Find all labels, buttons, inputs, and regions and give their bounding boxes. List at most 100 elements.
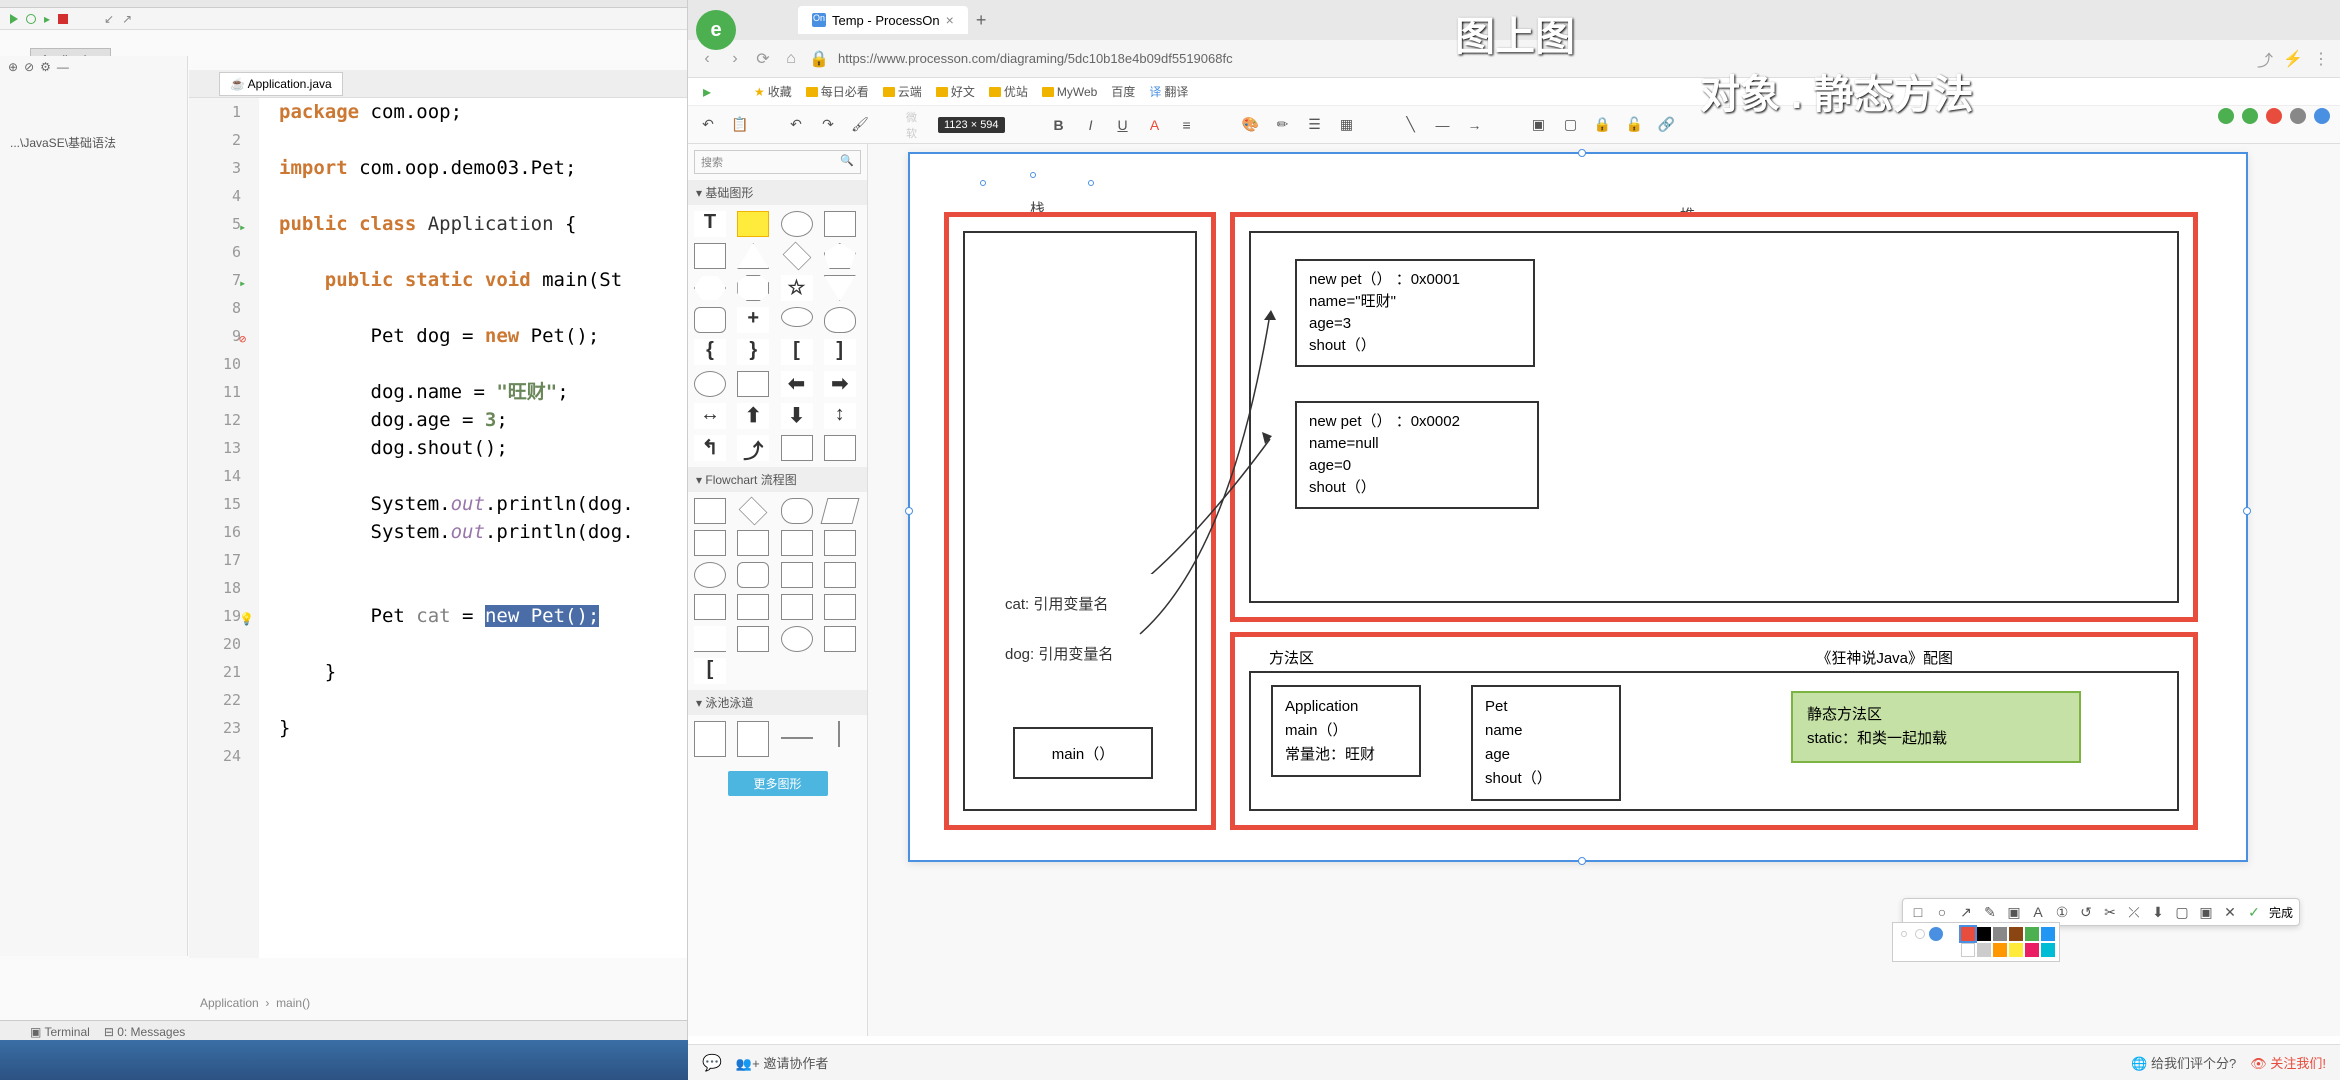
annot-pin-icon[interactable]: ▣ [2197,903,2215,921]
align-icon[interactable]: ≡ [1177,115,1197,135]
shape-arrow-d[interactable]: ⬇ [781,403,813,429]
size-dot-active[interactable] [1929,927,1943,941]
grid-icon[interactable]: ▦ [1337,115,1357,135]
shape-pentagon[interactable] [824,243,856,269]
ext-icon[interactable] [2218,108,2234,124]
shape-connector[interactable] [694,562,726,588]
shape-terminator[interactable] [781,498,813,524]
shape-text[interactable]: T [694,211,726,237]
sidebar-tool-icon[interactable]: ⊕ [8,60,18,74]
bookmark-item[interactable]: 译翻译 [1149,83,1188,100]
shape-bracket2[interactable]: [ [694,658,726,684]
shape-frame[interactable] [824,435,856,461]
color-black[interactable] [1977,927,1991,941]
italic-icon[interactable]: I [1081,115,1101,135]
shape-lane-h[interactable] [737,721,769,757]
color-green[interactable] [2025,927,2039,941]
annot-number-icon[interactable]: ① [2053,903,2071,921]
size-dot[interactable] [1901,931,1907,937]
home-icon[interactable]: ⌂ [782,50,800,68]
follow-button[interactable]: 👁 关注我们! [2250,1053,2326,1072]
fill-icon[interactable]: 🎨 [1241,115,1261,135]
shape-process[interactable] [694,498,726,524]
unlock-icon[interactable]: 🔓 [1625,115,1645,135]
shape-card[interactable] [781,562,813,588]
reload-icon[interactable]: ⟳ [754,50,772,68]
bookmark-folder[interactable]: 优站 [989,83,1028,100]
line2-icon[interactable]: — [1433,115,1453,135]
shape-container[interactable] [781,435,813,461]
method-area-label[interactable]: 方法区 [1269,647,1314,668]
comment-icon[interactable]: 💬 [702,1053,722,1073]
shape-bracket-r[interactable]: ] [824,339,856,365]
static-method-box[interactable]: 静态方法区 static：和类一起加载 [1791,691,2081,763]
shape-internal[interactable] [824,530,856,556]
annot-arrow-icon[interactable]: ↗ [1957,903,1975,921]
annot-misc-icon[interactable]: ⤫ [2125,903,2143,921]
diagram-title[interactable]: 《狂神说Java》配图 [1816,647,1953,668]
vcs-icon2[interactable]: ↗ [122,12,132,26]
handle[interactable] [1030,172,1036,178]
sidebar-tool-icon[interactable]: — [57,60,69,74]
shapes-section[interactable]: ▾ 基础图形 [688,180,867,205]
undo-icon[interactable]: ↶ [698,115,718,135]
shape-lane-v[interactable] [694,721,726,757]
annot-copy-icon[interactable]: ▢ [2173,903,2191,921]
shape-square[interactable] [694,243,726,269]
tab-close-icon[interactable]: × [946,12,954,28]
shape-bracket-l[interactable]: [ [781,339,813,365]
shape-misc3[interactable] [781,626,813,652]
shape-rect2[interactable] [737,371,769,397]
color-lgray[interactable] [1977,943,1991,957]
shape-cloud[interactable] [824,307,856,333]
shape-brace-l[interactable]: { [694,339,726,365]
shape-turn[interactable]: ↰ [694,435,726,461]
shape-manual[interactable] [824,562,856,588]
annot-circle-icon[interactable]: ○ [1933,903,1951,921]
dog-ref-text[interactable]: dog: 引用变量名 [1005,643,1113,664]
shape-tri-down[interactable] [824,275,856,301]
shape-sep-v[interactable] [838,721,840,747]
shape-misc1[interactable] [694,626,726,652]
shape-arrow-ud[interactable]: ↕ [824,403,856,429]
method-area-frame[interactable]: 方法区 《狂神说Java》配图 Application main（） 常量池：旺… [1230,632,2198,830]
menu-icon[interactable]: ⋮ [2312,50,2330,68]
annot-download-icon[interactable]: ⬇ [2149,903,2167,921]
annot-cut-icon[interactable]: ✂ [2101,903,2119,921]
underline-icon[interactable]: U [1113,115,1133,135]
shape-arrow-u[interactable]: ⬆ [737,403,769,429]
annot-mosaic-icon[interactable]: ▣ [2005,903,2023,921]
messages-tab[interactable]: ⊟ 0: Messages [104,1025,185,1039]
terminal-tab[interactable]: ▣ Terminal [30,1025,90,1039]
shape-arrow-r[interactable]: ➡ [824,371,856,397]
shape-diamond[interactable] [782,242,811,271]
arrow-icon[interactable]: → [1465,115,1485,135]
pet-class-box[interactable]: Pet name age shout（） [1471,685,1621,801]
color-pink[interactable] [2025,943,2039,957]
back-icon[interactable]: ▢ [1561,115,1581,135]
sidebar-tool-icon[interactable]: ⊘ [24,60,34,74]
color-yellow[interactable] [2009,943,2023,957]
line-icon[interactable]: ╲ [1401,115,1421,135]
bold-icon[interactable]: B [1049,115,1069,135]
color-white[interactable] [1961,943,1975,957]
shape-sep[interactable] [781,737,813,739]
shape-misc2[interactable] [737,626,769,652]
canvas-page[interactable]: 栈 堆 cat: 引用变量名 dog: 引用变量名 main（） new pet… [908,152,2248,862]
font-icon[interactable]: 微软 [906,115,926,135]
run-icon[interactable] [10,14,18,24]
coverage-icon[interactable]: ▸ [44,12,50,26]
shape-circle[interactable] [781,211,813,237]
shape-stored[interactable] [781,530,813,556]
forward-icon[interactable]: › [726,50,744,68]
shape-doc[interactable] [694,530,726,556]
shape-data[interactable] [820,498,859,524]
shape-ellipse[interactable] [781,307,813,327]
back-icon[interactable]: ‹ [698,50,716,68]
shape-offpage[interactable] [824,594,856,620]
font-color-icon[interactable]: A [1145,115,1165,135]
stack-frame[interactable]: cat: 引用变量名 dog: 引用变量名 main（） [944,212,1216,830]
handle[interactable] [980,180,986,186]
front-icon[interactable]: ▣ [1529,115,1549,135]
bookmark-folder[interactable]: MyWeb [1042,85,1097,99]
